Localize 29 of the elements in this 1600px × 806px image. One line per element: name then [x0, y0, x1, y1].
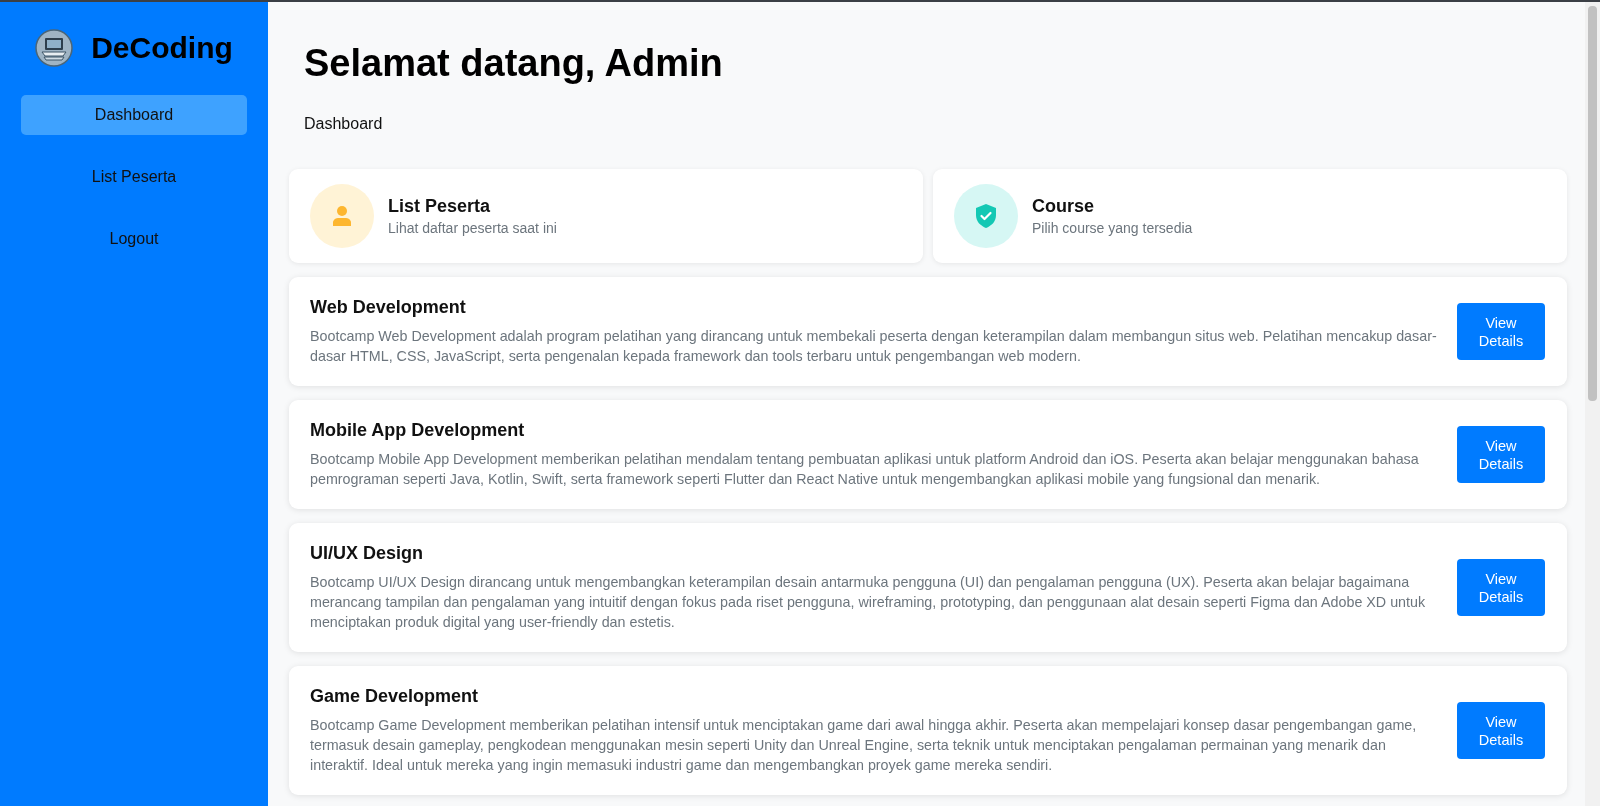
card-title: Course — [1032, 196, 1095, 217]
summary-card[interactable]: Course Pilih course yang tersedia — [933, 169, 1567, 263]
card-subtitle: Lihat daftar peserta saat ini — [388, 220, 557, 236]
summary-card[interactable]: List Peserta Lihat daftar peserta saat ini — [289, 169, 923, 263]
view-details-button[interactable]: View Details — [1457, 303, 1545, 360]
brand-name: DeCoding — [91, 31, 233, 65]
card-subtitle: Pilih course yang tersedia — [1032, 220, 1193, 236]
sidebar-nav-item[interactable]: List Peserta — [21, 157, 247, 197]
view-details-button[interactable]: View Details — [1457, 702, 1545, 759]
scrollbar-thumb[interactable] — [1588, 6, 1597, 401]
laptop-logo-icon — [35, 29, 74, 67]
course-title: Mobile App Development — [310, 420, 526, 441]
course-title: UI/UX Design — [310, 543, 425, 564]
view-details-button[interactable]: View Details — [1457, 426, 1545, 483]
breadcrumb: Dashboard — [304, 115, 384, 133]
course-title: Game Development — [310, 686, 480, 707]
course-description: Bootcamp Mobile App Development memberikan pelatihan mendalam tentang pembuatan aplikasi untuk platform Android dan iOS. Peserta akan belajar menggunakan bahasa pemrograman seperti Java, Kotlin, Swift, serta framework seperti Flutter dan React Native untuk mengembangkan aplikasi mobile yang fungsional dan menarik. — [310, 450, 1420, 489]
course-description: Bootcamp Web Development adalah program pelatihan yang dirancang untuk membekali peserta dengan keterampilan dalam membangun situs web. Pelatihan mencakup dasar-dasar HTML, CSS, JavaScript, serta pengenalan kepada framework dan tools terbaru untuk pengembangan web modern. — [310, 327, 1438, 366]
page-title: Selamat datang, Admin — [304, 42, 724, 85]
course-description: Bootcamp Game Development memberikan pelatihan intensif untuk menciptakan game dari awal hingga akhir. Peserta akan mempelajari konsep dasar pengembangan game, termasuk desain gameplay, pengkodean menggunakan mesin seperti Unity dan Unreal Engine, serta teknik untuk menciptakan pengalaman permainan yang menarik dan interaktif. Ideal untuk mereka yang ingin memasuki industri game dan mengembangkan proyek game mereka sendiri. — [310, 716, 1418, 775]
shield-check-icon — [954, 184, 1018, 248]
course-description: Bootcamp UI/UX Design dirancang untuk mengembangkan keterampilan desain antarmuka pengguna (UI) dan pengalaman pengguna (UX). Peserta akan belajar bagaimana merancang tampilan dan pengalaman yang intuitif dengan fokus pada riset pengguna, wireframing, prototyping, dan penggunaan alat desain seperti Figma dan Adobe XD untuk menciptakan produk digital yang user-friendly dan estetis. — [310, 573, 1427, 632]
course-title: Web Development — [310, 297, 467, 318]
view-details-button[interactable]: View Details — [1457, 559, 1545, 616]
scrollbar[interactable] — [1585, 2, 1600, 806]
sidebar-nav-item[interactable]: Logout — [21, 219, 247, 259]
sidebar-nav-item[interactable]: Dashboard — [21, 95, 247, 135]
user-icon — [310, 184, 374, 248]
card-title: List Peserta — [388, 196, 492, 217]
